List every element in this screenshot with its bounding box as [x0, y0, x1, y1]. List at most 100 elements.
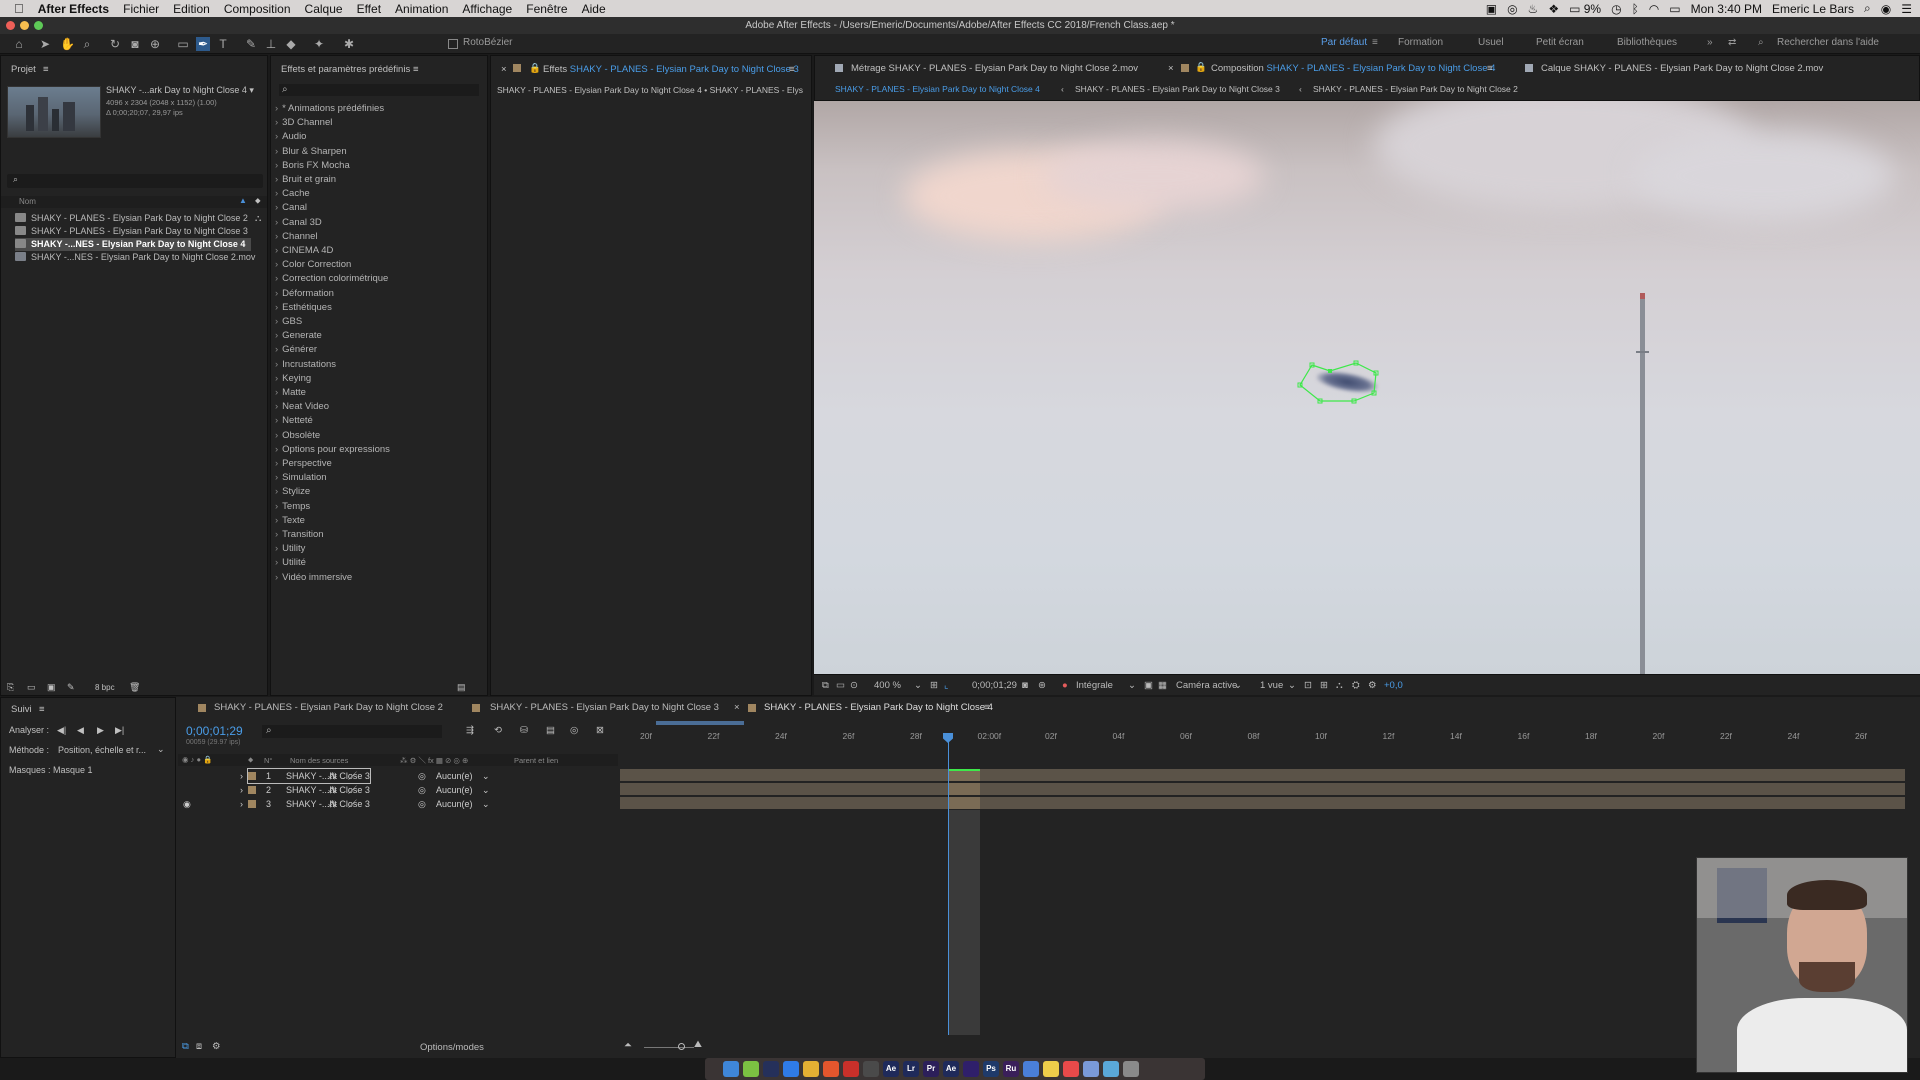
- menu-aide[interactable]: Aide: [575, 2, 613, 16]
- timeline-tab-active[interactable]: SHAKY - PLANES - Elysian Park Day to Nig…: [764, 702, 993, 713]
- parent-pickwhip-icon[interactable]: ◎: [418, 783, 426, 797]
- chevron-down-icon[interactable]: ⌄: [914, 680, 922, 691]
- expand-arrow-icon[interactable]: ›: [240, 769, 243, 783]
- effect-category[interactable]: › CINEMA 4D: [275, 245, 333, 256]
- chevron-right-icon[interactable]: ›: [275, 359, 278, 370]
- hand-tool-icon[interactable]: ✋: [60, 37, 75, 51]
- collapse-switch-icon[interactable]: ⁂: [328, 797, 337, 811]
- effect-category[interactable]: › Bruit et grain: [275, 174, 336, 185]
- effect-category[interactable]: › Channel: [275, 231, 318, 242]
- dock-app-icon[interactable]: Ae: [883, 1061, 899, 1077]
- dock-app-icon[interactable]: Pr: [923, 1061, 939, 1077]
- eye-visibility-icon[interactable]: ◉: [183, 797, 191, 811]
- effect-category[interactable]: › Blur & Sharpen: [275, 146, 347, 157]
- rotate-tool-icon[interactable]: ↻: [108, 37, 122, 51]
- effect-category[interactable]: › Boris FX Mocha: [275, 160, 350, 171]
- layer-track-bar[interactable]: [620, 769, 1905, 781]
- quality-switch-icon[interactable]: ／: [348, 783, 357, 797]
- dock-app-icon[interactable]: [963, 1061, 979, 1077]
- chevron-right-icon[interactable]: ›: [275, 515, 278, 526]
- always-preview-icon[interactable]: ⧉: [822, 680, 829, 691]
- effect-category[interactable]: › Esthétiques: [275, 302, 332, 313]
- effect-category[interactable]: › Netteté: [275, 415, 313, 426]
- resolution-dropdown[interactable]: Intégrale: [1076, 680, 1113, 691]
- chevron-right-icon[interactable]: ›: [275, 174, 278, 185]
- parent-dropdown[interactable]: Aucun(e): [436, 783, 473, 797]
- dock-app-icon[interactable]: [1023, 1061, 1039, 1077]
- chevron-right-icon[interactable]: ›: [275, 330, 278, 341]
- chevron-right-icon[interactable]: ›: [275, 117, 278, 128]
- effect-category[interactable]: › Matte: [275, 387, 306, 398]
- effect-category[interactable]: › Simulation: [275, 472, 327, 483]
- panel-menu-icon[interactable]: ≡: [413, 64, 419, 75]
- menu-calque[interactable]: Calque: [298, 2, 350, 16]
- parent-dropdown[interactable]: Aucun(e): [436, 769, 473, 783]
- chevron-right-icon[interactable]: ›: [275, 387, 278, 398]
- effect-category[interactable]: › Canal 3D: [275, 217, 322, 228]
- options-modes-toggle[interactable]: Options/modes: [420, 1042, 484, 1053]
- menu-edition[interactable]: Edition: [166, 2, 217, 16]
- chevron-right-icon[interactable]: ›: [275, 543, 278, 554]
- chevron-down-icon[interactable]: ⌄: [482, 769, 490, 783]
- collapse-switch-icon[interactable]: ⁂: [328, 783, 337, 797]
- composition-viewer[interactable]: [814, 101, 1920, 674]
- expand-arrow-icon[interactable]: ›: [240, 783, 243, 797]
- puppet-tool-icon[interactable]: ✱: [342, 37, 356, 51]
- trash-icon[interactable]: 🗑: [129, 682, 140, 693]
- effect-category[interactable]: › Stylize: [275, 486, 310, 497]
- new-composition-icon[interactable]: ▣: [47, 682, 56, 693]
- dock-app-icon[interactable]: [783, 1061, 799, 1077]
- dock-app-icon[interactable]: Ru: [1003, 1061, 1019, 1077]
- layer-switches-icon[interactable]: ⧈: [196, 1041, 202, 1052]
- effects-search-input[interactable]: ⌕: [279, 84, 479, 96]
- effect-category[interactable]: › Audio: [275, 131, 306, 142]
- workspace-menu-icon[interactable]: ≡: [1372, 37, 1378, 48]
- work-area-bar[interactable]: [656, 721, 744, 725]
- chevron-right-icon[interactable]: ›: [275, 259, 278, 270]
- project-settings-icon[interactable]: ✎: [67, 682, 75, 693]
- roto-brush-tool-icon[interactable]: ✦: [312, 37, 326, 51]
- expand-arrow-icon[interactable]: ›: [240, 797, 243, 811]
- menu-fichier[interactable]: Fichier: [116, 2, 166, 16]
- chevron-right-icon[interactable]: ›: [275, 160, 278, 171]
- chevron-right-icon[interactable]: ›: [275, 458, 278, 469]
- home-icon[interactable]: ⌂: [12, 37, 26, 51]
- show-snapshot-icon[interactable]: ⊛: [1038, 680, 1046, 691]
- siri-icon[interactable]: ◉: [1881, 2, 1891, 16]
- chevron-right-icon[interactable]: ›: [275, 572, 278, 583]
- effect-category[interactable]: › Generate: [275, 330, 322, 341]
- zoom-slider-handle[interactable]: [678, 1043, 685, 1050]
- panel-menu-icon[interactable]: ≡: [984, 702, 990, 713]
- clone-stamp-tool-icon[interactable]: ⊥: [264, 37, 278, 51]
- chevron-down-icon[interactable]: ⌄: [1128, 680, 1136, 691]
- breadcrumb-item[interactable]: SHAKY - PLANES - Elysian Park Day to Nig…: [1075, 84, 1280, 94]
- camera-dropdown[interactable]: Caméra active: [1176, 680, 1237, 691]
- workspace-usuel[interactable]: Usuel: [1478, 37, 1504, 48]
- close-tab-icon[interactable]: ×: [734, 702, 740, 713]
- fit-icon[interactable]: ⊞: [930, 680, 938, 691]
- chevron-right-icon[interactable]: ›: [275, 302, 278, 313]
- dock-app-icon[interactable]: [743, 1061, 759, 1077]
- dock-app-icon[interactable]: [763, 1061, 779, 1077]
- thumb-name[interactable]: SHAKY -...ark Day to Night Close 4 ▾: [106, 85, 254, 96]
- chevron-right-icon[interactable]: ›: [275, 288, 278, 299]
- effect-category[interactable]: › Keying: [275, 373, 311, 384]
- time-stretch-icon[interactable]: ⚙: [212, 1041, 221, 1052]
- close-tab-icon[interactable]: ×: [501, 64, 507, 75]
- zoom-slider[interactable]: [644, 1047, 694, 1048]
- layer-track-bar[interactable]: [620, 783, 1905, 795]
- bluetooth-icon[interactable]: ᛒ: [1632, 2, 1639, 16]
- dock-app-icon[interactable]: Lr: [903, 1061, 919, 1077]
- parent-pickwhip-icon[interactable]: ◎: [418, 797, 426, 811]
- snapshot-icon[interactable]: ◙: [1022, 680, 1028, 691]
- dock-app-icon[interactable]: [823, 1061, 839, 1077]
- chevron-right-icon[interactable]: ›: [275, 131, 278, 142]
- zoom-tool-icon[interactable]: ⌕: [80, 37, 94, 51]
- chevron-right-icon[interactable]: ›: [275, 273, 278, 284]
- timeline-link-icon[interactable]: ⛬: [1336, 680, 1343, 691]
- dock-app-icon[interactable]: [1103, 1061, 1119, 1077]
- menu-composition[interactable]: Composition: [217, 2, 298, 16]
- bpc-label[interactable]: 8 bpc: [95, 683, 115, 692]
- pen-tool-icon[interactable]: ✒: [196, 37, 210, 51]
- camera-tool-icon[interactable]: ◙: [128, 37, 142, 51]
